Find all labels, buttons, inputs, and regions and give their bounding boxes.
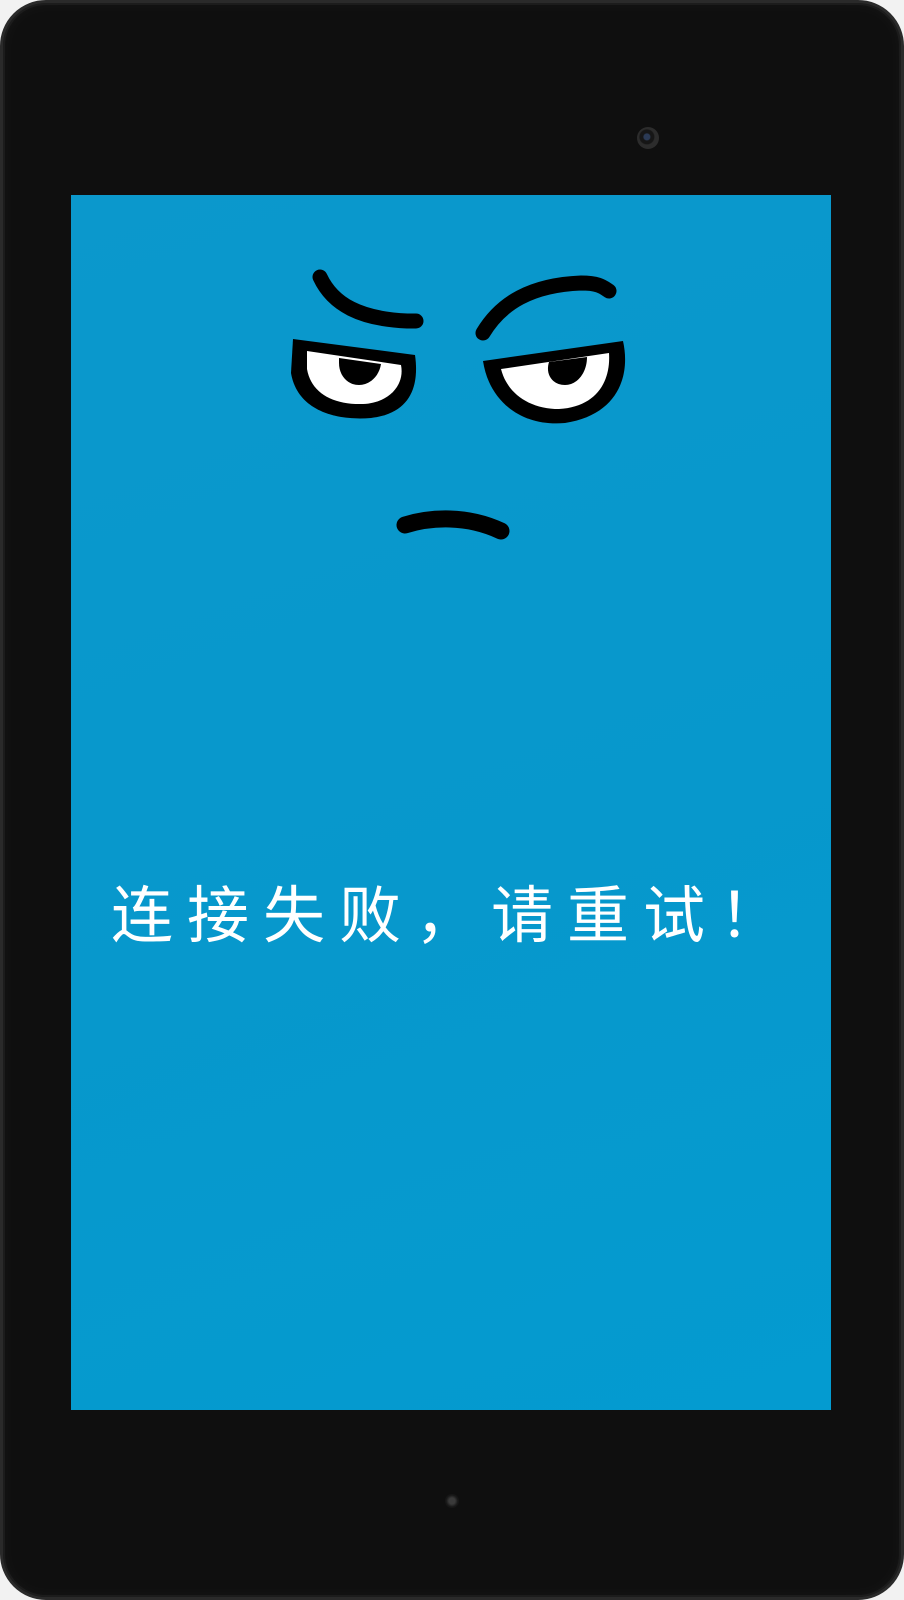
front-camera (637, 127, 659, 149)
connection-error-message: 连接失败，请重试！ (111, 879, 796, 952)
error-screen: 连接失败，请重试！ (71, 195, 831, 1410)
annoyed-face-icon (291, 269, 626, 540)
left-eyebrow (312, 269, 424, 329)
mouth (396, 510, 510, 540)
right-eye (483, 341, 626, 424)
tablet-frame: 连接失败，请重试！ (0, 0, 904, 1600)
home-sensor (445, 1494, 459, 1508)
left-eye (291, 339, 417, 419)
right-eyebrow (475, 275, 617, 341)
